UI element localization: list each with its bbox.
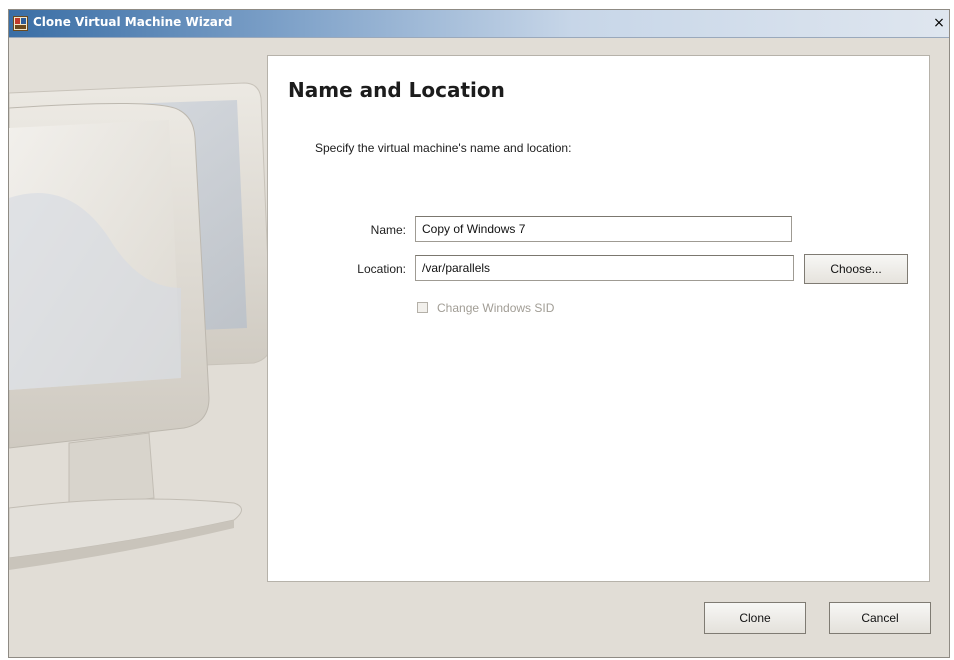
change-sid-checkbox[interactable] bbox=[417, 302, 428, 313]
choose-button[interactable]: Choose... bbox=[804, 254, 908, 284]
cancel-button[interactable]: Cancel bbox=[829, 602, 931, 634]
location-label: Location: bbox=[357, 262, 406, 276]
instruction-text: Specify the virtual machine's name and l… bbox=[315, 141, 572, 155]
window-title: Clone Virtual Machine Wizard bbox=[33, 15, 233, 29]
name-field[interactable] bbox=[415, 216, 792, 242]
name-label: Name: bbox=[370, 223, 406, 237]
close-icon[interactable]: × bbox=[931, 14, 947, 32]
title-bar[interactable]: Clone Virtual Machine Wizard × bbox=[9, 10, 949, 38]
clone-wizard-window: Clone Virtual Machine Wizard × Name and … bbox=[8, 9, 950, 658]
location-field[interactable] bbox=[415, 255, 794, 281]
wizard-app-icon bbox=[13, 16, 28, 31]
content-panel: Name and Location Specify the virtual ma… bbox=[267, 55, 930, 582]
clone-button[interactable]: Clone bbox=[704, 602, 806, 634]
page-title: Name and Location bbox=[288, 78, 505, 102]
change-sid-label: Change Windows SID bbox=[437, 301, 555, 315]
